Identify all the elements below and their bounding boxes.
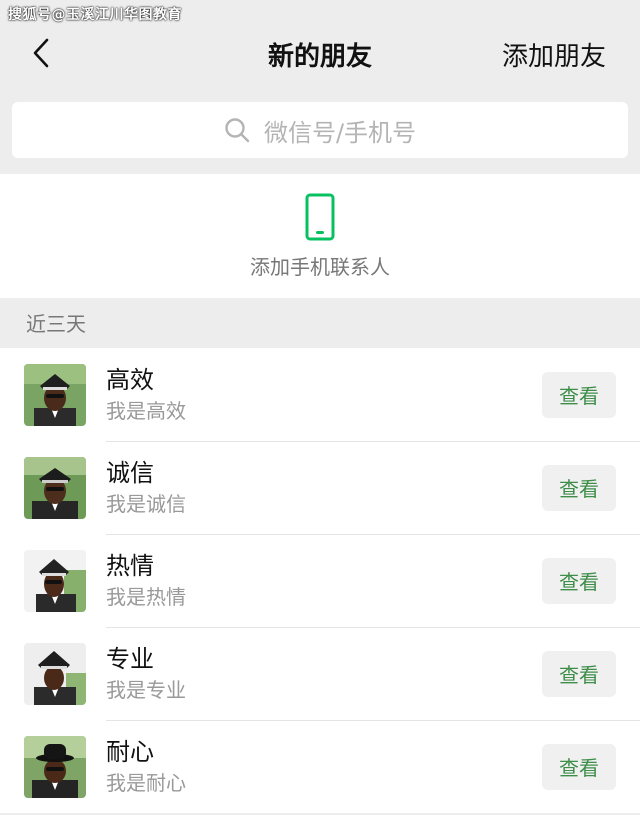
avatar [24,363,86,426]
friend-message: 我是诚信 [106,491,186,516]
search-placeholder: 微信号/手机号 [263,118,417,147]
list-item[interactable]: 高效 我是高效 查看 [0,348,640,441]
list-item[interactable]: 热情 我是热情 查看 [0,534,640,627]
list-item[interactable]: 耐心 我是耐心 查看 [0,720,640,813]
list-item[interactable]: 专业 我是专业 查看 [0,627,640,720]
avatar [24,456,86,519]
view-button[interactable]: 查看 [542,650,616,697]
friend-name: 耐心 [106,737,154,766]
search-icon [225,118,250,143]
phone-icon [305,193,335,240]
friend-name: 热情 [106,551,154,580]
friend-message: 我是耐心 [106,770,186,795]
friend-request-list: 高效 我是高效 查看 诚信 我是诚信 查看 热情 我是热情 查看 专业 我是专业… [0,348,640,813]
section-header: 近三天 [0,298,640,348]
list-item[interactable]: 诚信 我是诚信 查看 [0,441,640,534]
add-friend-button[interactable]: 添加朋友 [502,36,606,73]
friend-name: 专业 [106,644,154,673]
avatar [24,642,86,705]
friend-name: 高效 [106,365,154,394]
friend-message: 我是高效 [106,398,186,423]
view-button[interactable]: 查看 [542,464,616,511]
watermark: 搜狐号@玉溪江川华图教育 [8,7,182,23]
view-button[interactable]: 查看 [542,557,616,604]
search-input[interactable]: 微信号/手机号 [12,102,628,158]
friend-message: 我是热情 [106,584,186,609]
friend-message: 我是专业 [106,677,186,702]
avatar [24,735,86,798]
search-bar-container: 微信号/手机号 [0,98,640,170]
add-phone-contacts-label: 添加手机联系人 [250,254,390,279]
view-button[interactable]: 查看 [542,743,616,790]
avatar [24,549,86,612]
friend-name: 诚信 [106,458,154,487]
view-button[interactable]: 查看 [542,371,616,418]
add-phone-contacts[interactable]: 添加手机联系人 [0,174,640,298]
